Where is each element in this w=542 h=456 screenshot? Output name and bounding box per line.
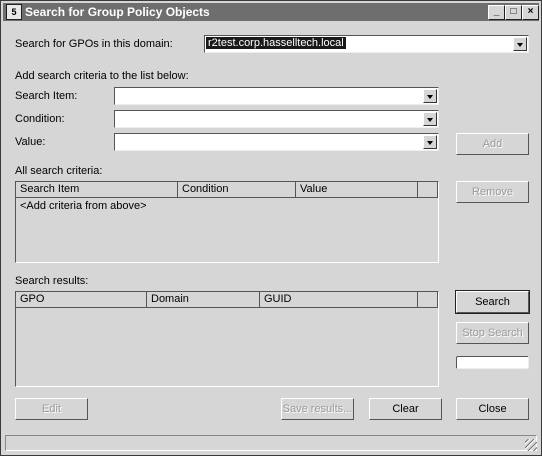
- criteria-instruction: Add search criteria to the list below:: [15, 70, 189, 82]
- criteria-list[interactable]: Search Item Condition Value <Add criteri…: [15, 181, 439, 263]
- search-button[interactable]: Search: [455, 290, 530, 314]
- domain-label: Search for GPOs in this domain:: [15, 38, 173, 50]
- title-bar[interactable]: 5 Search for Group Policy Objects _ □ ×: [3, 3, 539, 21]
- condition-select[interactable]: [114, 110, 439, 128]
- column-header-filler: [418, 182, 438, 198]
- minimize-button[interactable]: _: [488, 5, 505, 20]
- column-header-filler: [418, 292, 438, 308]
- status-pane: [5, 435, 537, 451]
- column-header-domain[interactable]: Domain: [147, 292, 260, 308]
- condition-label: Condition:: [15, 113, 65, 125]
- search-results-label: Search results:: [15, 275, 89, 287]
- column-header-gpo[interactable]: GPO: [16, 292, 147, 308]
- close-button[interactable]: Close: [456, 398, 529, 420]
- list-item[interactable]: <Add criteria from above>: [20, 200, 147, 212]
- window-title: Search for Group Policy Objects: [25, 5, 210, 19]
- app-icon: 5: [6, 4, 22, 20]
- chevron-down-icon[interactable]: [423, 135, 437, 149]
- clear-button[interactable]: Clear: [369, 398, 442, 420]
- column-header-search-item[interactable]: Search Item: [16, 182, 178, 198]
- value-label: Value:: [15, 136, 46, 148]
- column-header-condition[interactable]: Condition: [178, 182, 296, 198]
- maximize-button[interactable]: □: [505, 5, 522, 20]
- save-results-button[interactable]: Save results...: [281, 398, 354, 420]
- all-criteria-label: All search criteria:: [15, 165, 103, 177]
- column-header-guid[interactable]: GUID: [260, 292, 418, 308]
- chevron-down-icon[interactable]: [423, 112, 437, 126]
- search-item-label: Search Item:: [15, 90, 78, 102]
- chevron-down-icon[interactable]: [423, 89, 437, 103]
- remove-button[interactable]: Remove: [456, 181, 529, 203]
- domain-select[interactable]: r2test.corp.hasselltech.local: [204, 35, 529, 53]
- close-window-button[interactable]: ×: [522, 5, 539, 20]
- search-progress-bar: [456, 356, 529, 369]
- results-list[interactable]: GPO Domain GUID: [15, 291, 439, 387]
- edit-button[interactable]: Edit: [15, 398, 88, 420]
- search-item-select[interactable]: [114, 87, 439, 105]
- search-gpo-dialog: 5 Search for Group Policy Objects _ □ × …: [0, 0, 542, 456]
- chevron-down-icon[interactable]: [513, 37, 527, 51]
- add-button[interactable]: Add: [456, 133, 529, 155]
- stop-search-button[interactable]: Stop Search: [456, 322, 529, 344]
- resize-grip-icon[interactable]: [525, 439, 537, 451]
- domain-value: r2test.corp.hasselltech.local: [206, 37, 346, 49]
- status-bar: [3, 433, 539, 453]
- value-select[interactable]: [114, 133, 439, 151]
- column-header-value[interactable]: Value: [296, 182, 418, 198]
